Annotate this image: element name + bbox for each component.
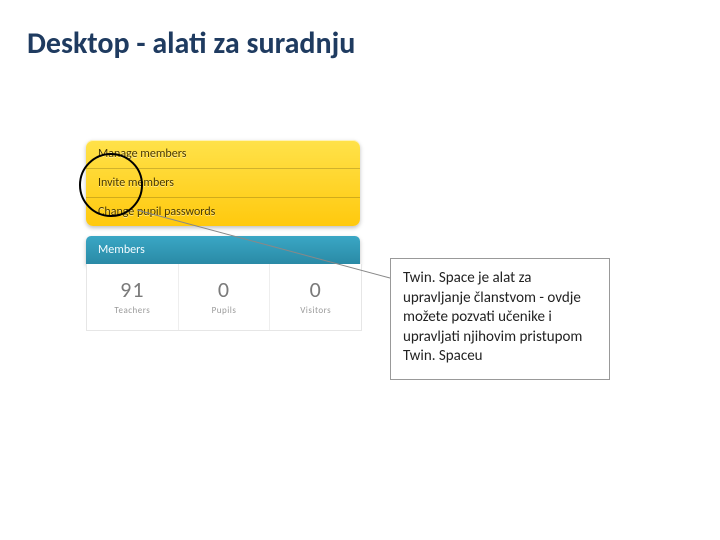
stat-visitors-label: Visitors xyxy=(270,305,361,316)
members-header: Members xyxy=(86,236,360,264)
stat-visitors: 0 Visitors xyxy=(270,264,361,330)
action-manage-members[interactable]: Manage members xyxy=(86,140,360,169)
stat-pupils: 0 Pupils xyxy=(179,264,271,330)
stat-visitors-value: 0 xyxy=(270,276,361,303)
slide: Desktop - alati za suradnju Manage membe… xyxy=(0,0,720,540)
members-stats: 91 Teachers 0 Pupils 0 Visitors xyxy=(86,264,362,331)
slide-title: Desktop - alati za suradnju xyxy=(27,25,355,62)
stat-pupils-label: Pupils xyxy=(179,305,270,316)
stat-teachers: 91 Teachers xyxy=(87,264,179,330)
actions-box: Manage members Invite members Change pup… xyxy=(86,140,360,226)
stat-teachers-label: Teachers xyxy=(87,305,178,316)
action-invite-members[interactable]: Invite members xyxy=(86,169,360,198)
action-change-passwords[interactable]: Change pupil passwords xyxy=(86,198,360,226)
stat-teachers-value: 91 xyxy=(87,276,178,303)
twinspace-panel: Manage members Invite members Change pup… xyxy=(86,140,360,331)
callout-text: Twin. Space je alat za upravljanje člans… xyxy=(403,269,582,365)
callout-box: Twin. Space je alat za upravljanje člans… xyxy=(390,258,610,380)
stat-pupils-value: 0 xyxy=(179,276,270,303)
